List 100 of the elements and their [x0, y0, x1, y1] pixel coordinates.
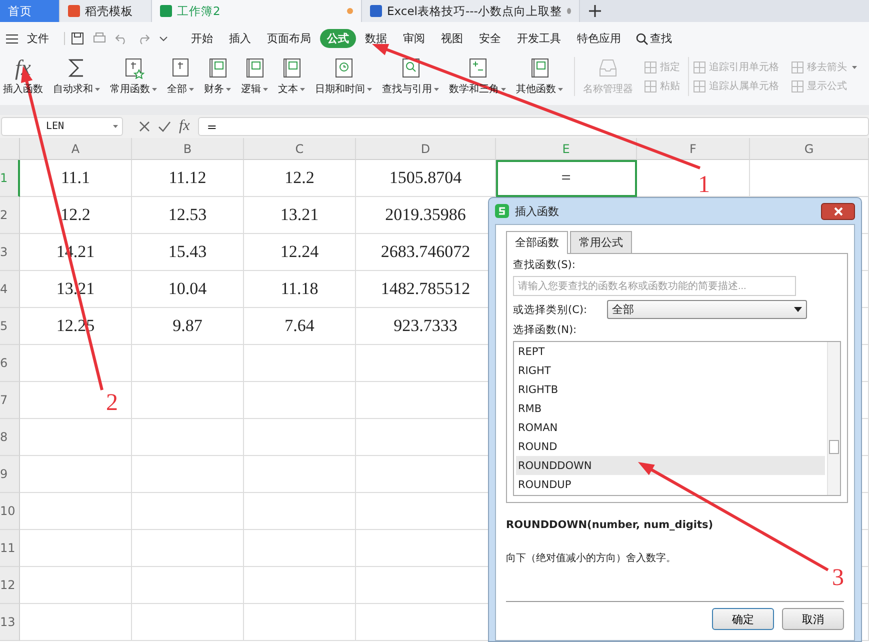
ribbon-tab[interactable]: 插入	[222, 29, 258, 48]
command-label: 日期和时间	[315, 82, 365, 96]
list-item[interactable]: RMB	[516, 400, 825, 418]
column-header[interactable]: B	[132, 138, 244, 160]
command-label: 自动求和	[53, 82, 93, 96]
annotation-number: 1	[698, 172, 710, 199]
dialog-title: 插入函数	[515, 204, 559, 218]
column-header[interactable]: F	[637, 138, 750, 160]
menu-icon[interactable]	[6, 34, 18, 44]
list-item[interactable]: ROUNDDOWN	[516, 456, 825, 476]
ribbon-command[interactable]: 常用函数	[107, 57, 160, 96]
grid-icon	[693, 80, 706, 92]
row-header[interactable]: 6	[0, 345, 20, 382]
command-label: 文本	[278, 82, 298, 96]
print-icon[interactable]	[93, 32, 106, 45]
ribbon-tab[interactable]: 特色应用	[570, 29, 628, 48]
ribbon-tab[interactable]: 页面布局	[260, 29, 318, 48]
row-header[interactable]: 3	[0, 234, 20, 271]
command-label: 逻辑	[241, 82, 261, 96]
table-cell: 12.24	[244, 234, 356, 271]
search-field[interactable]: 请输入您要查找的函数名称或函数功能的简要描述...	[513, 276, 796, 296]
ribbon-command[interactable]: 日期和时间	[312, 57, 375, 96]
list-item[interactable]: ROMAN	[516, 418, 825, 438]
command-label: 显示公式	[807, 80, 847, 93]
grid-icon	[644, 80, 657, 92]
unsaved-dot-icon	[347, 8, 353, 14]
ribbon-tab[interactable]: 开始	[184, 29, 220, 48]
dialog-button[interactable]: 取消	[782, 608, 844, 630]
field-label: 选择函数(N):	[513, 323, 578, 337]
table-cell: 11.18	[244, 271, 356, 308]
dialog-button[interactable]: 确定	[712, 608, 774, 630]
table-cell: 1505.8704	[356, 160, 496, 197]
close-icon	[834, 206, 842, 216]
annotation-number: 3	[832, 565, 844, 592]
column-header[interactable]: A	[20, 138, 132, 160]
row-header[interactable]: 4	[0, 271, 20, 308]
ribbon-tab[interactable]: 开发工具	[510, 29, 568, 48]
table-cell: 10.04	[132, 271, 244, 308]
command-label: 移去箭头	[807, 60, 847, 74]
ribbon-command[interactable]: 文本	[275, 57, 308, 96]
column-header[interactable]: G	[750, 138, 869, 160]
dialog-tab[interactable]: 全部函数	[506, 231, 568, 254]
caret-icon	[794, 307, 802, 312]
redo-icon[interactable]	[137, 32, 150, 45]
command-label: 指定	[660, 60, 680, 74]
document-tab[interactable]: 首页	[0, 0, 60, 22]
column-header[interactable]: D	[356, 138, 496, 160]
undo-icon[interactable]	[115, 32, 128, 45]
row-header[interactable]: 11	[0, 530, 20, 567]
name-box[interactable]: LEN	[1, 117, 123, 136]
new-tab-icon[interactable]	[589, 5, 601, 17]
ribbon-command[interactable]: 财务	[201, 57, 234, 96]
document-tab[interactable]: 稻壳模板	[60, 0, 152, 22]
close-button[interactable]	[821, 202, 855, 220]
command-label: 追踪从属单元格	[709, 80, 779, 93]
scrollbar[interactable]	[827, 342, 840, 495]
ribbon-command[interactable]: 逻辑	[238, 57, 271, 96]
ribbon-tab[interactable]: 安全	[472, 29, 508, 48]
formula-input[interactable]: =	[198, 117, 869, 136]
command-label: 追踪引用单元格	[709, 60, 779, 74]
field-label: 或选择类别(C):	[513, 302, 588, 316]
column-header[interactable]: C	[244, 138, 356, 160]
row-header[interactable]: 5	[0, 308, 20, 345]
caret-icon	[113, 125, 118, 128]
table-cell: 7.64	[244, 308, 356, 345]
ribbon-tab[interactable]: 审阅	[396, 29, 432, 48]
row-header[interactable]: 2	[0, 197, 20, 234]
ribbon-tab[interactable]: 数据	[358, 29, 394, 48]
list-item[interactable]: ROUNDUP	[516, 475, 825, 494]
document-tab[interactable]: Excel表格技巧---小数点向上取整	[362, 0, 580, 22]
save-icon[interactable]	[71, 32, 84, 45]
table-cell: 11.12	[132, 160, 244, 197]
row-header[interactable]: 12	[0, 567, 20, 604]
row-header[interactable]: 7	[0, 382, 20, 419]
list-item[interactable]: REPT	[516, 343, 825, 362]
ribbon-command[interactable]: 自动求和	[50, 57, 103, 96]
file-menu[interactable]: 文件	[20, 29, 56, 48]
row-header[interactable]: 9	[0, 456, 20, 493]
cancel-icon[interactable]	[139, 121, 150, 132]
annotation-number: 2	[106, 390, 118, 417]
row-header[interactable]: 8	[0, 419, 20, 456]
category-dropdown[interactable]: 全部	[607, 300, 808, 319]
scrollbar-thumb[interactable]	[829, 440, 839, 454]
list-item[interactable]: RIGHTB	[516, 380, 825, 400]
list-item[interactable]: ROUND	[516, 437, 825, 456]
dialog-tab[interactable]: 常用公式	[570, 231, 632, 254]
row-header[interactable]: 10	[0, 493, 20, 530]
ribbon-command[interactable]: 其他函数	[513, 57, 566, 96]
search-command[interactable]: 查找	[650, 29, 679, 48]
command-label: 粘贴	[660, 80, 680, 93]
confirm-icon[interactable]	[158, 121, 171, 132]
search-icon[interactable]	[636, 32, 648, 44]
file-icon	[370, 5, 382, 17]
insert-function-button[interactable]: fx	[179, 118, 190, 135]
file-icon	[160, 5, 172, 17]
list-item[interactable]: RIGHT	[516, 362, 825, 381]
ribbon-tab[interactable]: 视图	[434, 29, 470, 48]
grid-icon	[791, 60, 804, 74]
ribbon-command[interactable]: 全部	[164, 57, 197, 96]
row-header[interactable]: 13	[0, 604, 20, 641]
